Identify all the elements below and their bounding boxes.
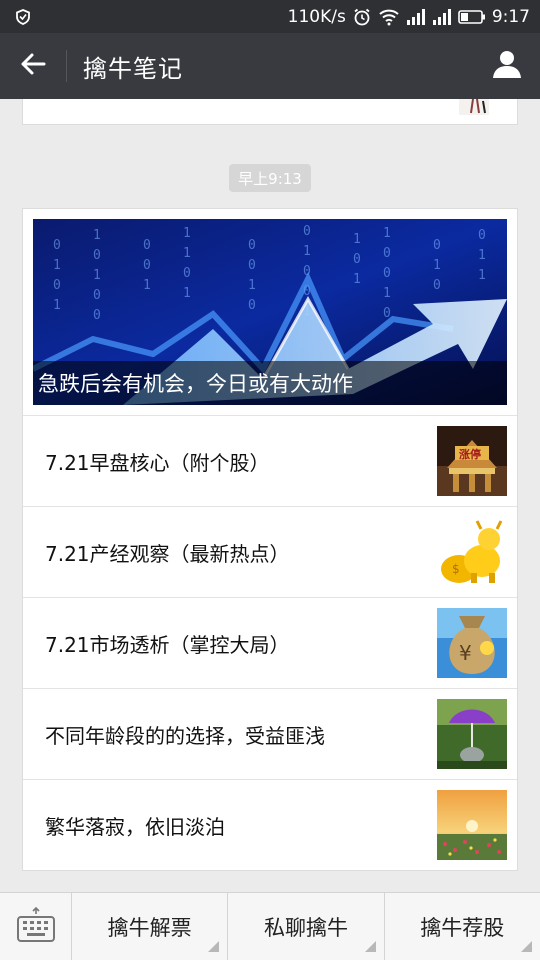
profile-button[interactable] [474,33,540,99]
svg-text:1: 1 [53,298,61,313]
menu-button-private-chat[interactable]: 私聊擒牛 [228,893,385,960]
signal-icon [406,8,426,26]
svg-text:0: 0 [53,238,61,253]
svg-text:1: 1 [143,278,151,293]
shield-icon [14,8,32,26]
svg-text:1: 1 [478,248,486,263]
clock-time: 9:17 [491,6,530,27]
svg-text:0: 0 [433,278,441,293]
svg-text:0: 0 [93,248,101,263]
list-item[interactable]: 不同年龄段的的选择，受益匪浅 [23,688,517,779]
purple-umbrella-thumbnail [437,699,507,769]
svg-text:1: 1 [248,278,256,293]
svg-text:1: 1 [383,286,391,301]
svg-text:0: 0 [143,238,151,253]
list-item[interactable]: 7.21早盘核心（附个股） 涨停 [23,415,517,506]
svg-text:0: 0 [353,252,361,267]
svg-text:1: 1 [303,244,311,259]
page-title: 擒牛笔记 [83,54,183,83]
menu-button-stock-analysis[interactable]: 擒牛解票 [72,893,229,960]
money-bag-thumbnail: ¥ [437,608,507,678]
svg-text:0: 0 [143,258,151,273]
list-item-title: 繁华落寂，依旧淡泊 [45,814,225,839]
list-item-title: 不同年龄段的的选择，受益匪浅 [45,723,325,748]
svg-text:0: 0 [303,224,311,239]
svg-text:0: 0 [478,228,486,243]
svg-text:0: 0 [383,246,391,261]
svg-text:0: 0 [248,238,256,253]
network-speed: 110K/s [287,6,346,27]
list-item[interactable]: 繁华落寂，依旧淡泊 [23,779,517,870]
svg-text:¥: ¥ [459,641,472,665]
menu-button-label: 擒牛解票 [107,915,192,940]
list-item-title: 7.21早盘核心（附个股） [45,450,270,475]
svg-text:$: $ [452,562,460,576]
wifi-icon [378,8,400,26]
menu-button-stock-picks[interactable]: 擒牛荐股 [385,893,540,960]
golden-bull-thumbnail: $ [437,517,507,587]
alarm-icon [352,7,372,27]
signal-icon [432,8,452,26]
title-bar: 擒牛笔记 [0,33,540,99]
svg-text:0: 0 [53,278,61,293]
menu-button-label: 擒牛荐股 [420,915,505,940]
bottom-menu-bar: 擒牛解票 私聊擒牛 擒牛荐股 [0,892,540,960]
news-card: 0 1 0 1 1 0 1 0 0 0 0 1 1 1 0 1 0 0 1 0 0 1 0 0 1 1 0 1 1 0 0 1 0… [22,208,518,871]
svg-text:1: 1 [353,272,361,287]
cover-article[interactable]: 0 1 0 1 1 0 1 0 0 0 0 1 1 1 0 1 0 0 1 0 0 1 0 0 1 1 0 1 1 0 0 1 0… [33,219,507,405]
svg-text:1: 1 [183,246,191,261]
submenu-indicator-icon [208,941,220,952]
message-timestamp: 早上9:13 [229,164,311,192]
svg-text:0: 0 [248,258,256,273]
svg-text:1: 1 [183,286,191,301]
svg-text:1: 1 [93,268,101,283]
cover-title: 急跌后会有机会，今日或有大动作 [33,361,507,405]
svg-text:0: 0 [93,308,101,323]
back-button[interactable] [0,33,66,99]
submenu-indicator-icon [364,941,376,952]
svg-text:1: 1 [183,226,191,241]
person-icon [492,49,522,83]
sunset-field-thumbnail [437,790,507,860]
svg-text:1: 1 [93,228,101,243]
previous-message-card[interactable] [22,99,518,125]
svg-text:0: 0 [183,266,191,281]
keyboard-toggle-button[interactable] [0,893,72,960]
menu-button-label: 私聊擒牛 [263,915,348,940]
battery-icon [458,9,486,25]
svg-text:0: 0 [248,298,256,313]
keyboard-icon [16,906,56,947]
list-item-title: 7.21市场透析（掌控大局） [45,632,290,657]
svg-text:1: 1 [53,258,61,273]
submenu-indicator-icon [520,941,532,952]
arrow-left-icon [20,52,46,80]
svg-text:涨停: 涨停 [459,447,481,461]
status-bar: 110K/s 9:17 [0,0,540,33]
svg-text:1: 1 [433,258,441,273]
stock-hall-thumbnail: 涨停 [437,426,507,496]
svg-text:1: 1 [353,232,361,247]
list-item-title: 7.21产经观察（最新热点） [45,541,290,566]
svg-text:0: 0 [433,238,441,253]
list-item[interactable]: 7.21市场透析（掌控大局） ¥ [23,597,517,688]
title-divider [66,50,67,82]
list-item[interactable]: 7.21产经观察（最新热点） $ [23,506,517,597]
svg-text:0: 0 [383,266,391,281]
svg-text:0: 0 [93,288,101,303]
previous-thumbnail [459,99,489,115]
svg-text:1: 1 [478,268,486,283]
svg-text:1: 1 [383,226,391,241]
